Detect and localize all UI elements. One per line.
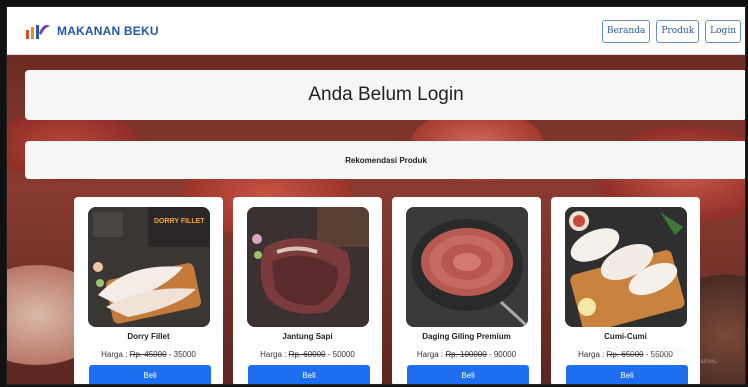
brand[interactable]: MAKANAN BEKU (25, 21, 159, 41)
buy-button[interactable]: Beli (566, 365, 688, 384)
product-name: Daging Giling Premium (422, 332, 511, 341)
recommendation-title: Rekomendasi Produk (345, 155, 427, 165)
old-price: Rp. 45000 (129, 350, 167, 359)
login-notice-title: Anda Belum Login (308, 84, 464, 105)
nav-links: Beranda Produk Login (601, 20, 741, 43)
buy-button[interactable]: Beli (248, 365, 370, 384)
nav-beranda-button[interactable]: Beranda (601, 20, 651, 43)
product-image-jantung-sapi (247, 207, 369, 327)
brand-name: MAKANAN BEKU (57, 24, 159, 38)
product-card: Jantung Sapi Harga : Rp. 60000 - 50000 B… (233, 197, 382, 384)
buy-button[interactable]: Beli (407, 365, 529, 384)
product-image-daging-giling (406, 207, 528, 327)
price-prefix: Harga : (101, 350, 130, 359)
old-price: Rp. 60000 (288, 350, 326, 359)
product-image-dorry-fillet: DORRY FILLET (88, 207, 210, 327)
browser-viewport: MAKANAN BEKU Beranda Produk Login Anda B… (6, 6, 746, 385)
recommendation-header: Rekomendasi Produk (25, 141, 745, 179)
activate-windows-subtitle: Go to Settings to activate Windows. (623, 359, 718, 365)
new-price: - 35000 (166, 350, 196, 359)
product-name: Cumi-Cumi (604, 332, 647, 341)
nav-produk-button[interactable]: Produk (656, 20, 700, 43)
product-card: Daging Giling Premium Harga : Rp. 100000… (392, 197, 541, 384)
login-notice-panel: Anda Belum Login (25, 70, 745, 120)
activate-windows-watermark: Activate Windows (605, 345, 684, 356)
brand-logo-icon (26, 24, 50, 39)
new-price: - 50000 (325, 350, 355, 359)
old-price: Rp. 100000 (445, 350, 487, 359)
product-name: Dorry Fillet (127, 332, 170, 341)
price-prefix: Harga : (260, 350, 289, 359)
product-name: Jantung Sapi (282, 332, 333, 341)
dorry-fillet-image-label: DORRY FILLET (154, 218, 205, 225)
nav-login-button[interactable]: Login (705, 20, 741, 43)
product-price: Harga : Rp. 100000 - 90000 (392, 350, 541, 359)
buy-button[interactable]: Beli (89, 365, 211, 384)
product-card: DORRY FILLET Dorry Fillet Harga : Rp. 45… (74, 197, 223, 384)
product-image-cumi-cumi (565, 207, 687, 327)
price-prefix: Harga : (416, 350, 446, 359)
new-price: - 90000 (486, 350, 517, 359)
product-card: Cumi-Cumi Harga : Rp. 65000 - 55000 Beli (551, 197, 700, 384)
product-list: DORRY FILLET Dorry Fillet Harga : Rp. 45… (74, 197, 702, 384)
price-prefix: Harga : (578, 350, 607, 359)
product-price: Harga : Rp. 60000 - 50000 (233, 350, 382, 359)
navbar: MAKANAN BEKU Beranda Produk Login (7, 7, 745, 55)
product-price: Harga : Rp. 45000 - 35000 (74, 350, 223, 359)
